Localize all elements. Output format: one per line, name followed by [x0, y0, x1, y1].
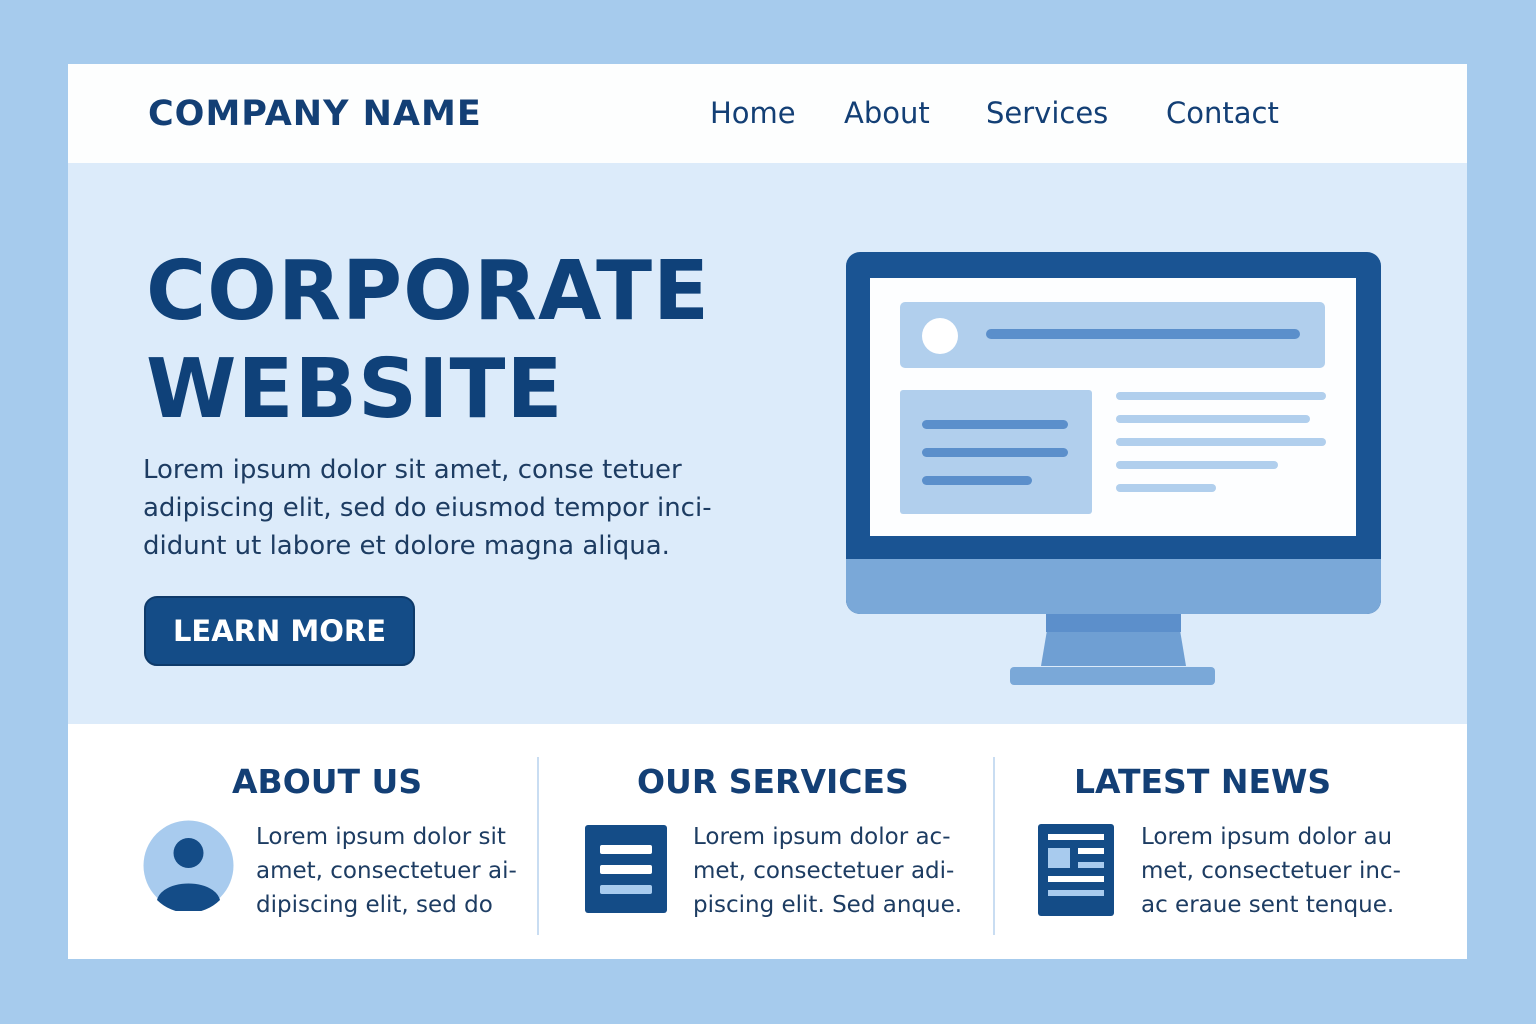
about-us-column: ABOUT US Lorem ipsum dolor sit amet, con… — [68, 724, 537, 959]
screen-header-line — [986, 329, 1300, 339]
main-nav: Home About Services Contact — [68, 96, 1467, 136]
desktop-monitor-icon — [846, 252, 1381, 687]
monitor-stand-band — [1046, 614, 1181, 632]
screen-card-line — [922, 420, 1068, 429]
our-services-text-line: met, consectetuer adi- — [693, 858, 955, 884]
screen-avatar-dot — [922, 318, 958, 354]
hero-section: CORPORATE WEBSITE Lorem ipsum dolor sit … — [68, 163, 1467, 724]
our-services-text-line: piscing elit. Sed anque. — [693, 892, 963, 918]
about-us-text-line: amet, consectetuer ai- — [256, 858, 517, 884]
nav-link-about[interactable]: About — [844, 96, 930, 130]
screen-text-line — [1116, 438, 1326, 446]
hero-title-line: WEBSITE — [146, 342, 564, 437]
monitor-chin — [846, 559, 1381, 614]
monitor-screen — [870, 278, 1356, 536]
screen-card-line — [922, 448, 1068, 457]
screen-header-bar — [900, 302, 1325, 368]
our-services-title: OUR SERVICES — [637, 762, 909, 801]
hero-description: Lorem ipsum dolor sit amet, conse tetuer… — [143, 451, 712, 565]
page-frame: COMPANY NAME Home About Services Contact… — [68, 64, 1467, 959]
about-us-text: Lorem ipsum dolor sit amet, consectetuer… — [256, 820, 517, 922]
latest-news-text: Lorem ipsum dolor au met, consectetuer i… — [1141, 820, 1401, 922]
about-us-text-line: dipiscing elit, sed do — [256, 892, 493, 918]
hero-description-line: Lorem ipsum dolor sit amet, conse tetuer — [143, 455, 682, 485]
our-services-text: Lorem ipsum dolor ac- met, consectetuer … — [693, 820, 962, 922]
screen-card-line — [922, 476, 1032, 485]
learn-more-button[interactable]: LEARN MORE — [144, 596, 415, 666]
screen-text-line — [1116, 484, 1216, 492]
hero-title: CORPORATE WEBSITE — [146, 243, 710, 439]
newspaper-icon — [1038, 824, 1114, 916]
latest-news-text-line: met, consectetuer inc- — [1141, 858, 1401, 884]
hero-description-line: adipiscing elit, sed do eiusmod tempor i… — [143, 493, 712, 523]
our-services-text-line: Lorem ipsum dolor ac- — [693, 824, 951, 850]
screen-text-line — [1116, 461, 1278, 469]
document-list-icon — [585, 825, 667, 913]
site-header: COMPANY NAME Home About Services Contact — [68, 64, 1467, 163]
about-us-text-line: Lorem ipsum dolor sit — [256, 824, 506, 850]
hero-title-line: CORPORATE — [146, 244, 711, 339]
latest-news-title: LATEST NEWS — [1074, 762, 1332, 801]
monitor-stand-base — [1010, 667, 1215, 685]
about-us-title: ABOUT US — [232, 762, 423, 801]
hero-description-line: didunt ut labore et dolore magna aliqua. — [143, 531, 670, 561]
our-services-column: OUR SERVICES Lorem ipsum dolor ac- met, … — [539, 724, 993, 959]
latest-news-text-line: Lorem ipsum dolor au — [1141, 824, 1393, 850]
nav-link-contact[interactable]: Contact — [1166, 96, 1279, 130]
monitor-frame — [846, 252, 1381, 614]
screen-content-card — [900, 390, 1092, 514]
features-section: ABOUT US Lorem ipsum dolor sit amet, con… — [68, 724, 1467, 959]
user-avatar-icon — [143, 820, 234, 911]
nav-link-home[interactable]: Home — [710, 96, 796, 130]
nav-link-services[interactable]: Services — [986, 96, 1108, 130]
latest-news-column: LATEST NEWS Lorem ipsum dolor au met, co… — [995, 724, 1467, 959]
screen-text-line — [1116, 392, 1326, 400]
screen-text-line — [1116, 415, 1310, 423]
latest-news-text-line: ac eraue sent tenque. — [1141, 892, 1395, 918]
